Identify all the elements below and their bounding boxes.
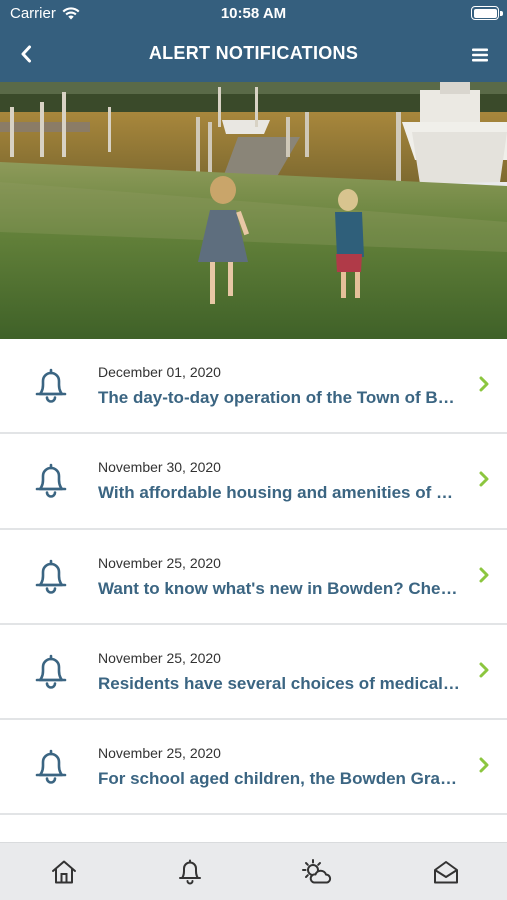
chevron-right-icon: [479, 567, 489, 583]
menu-button[interactable]: [467, 42, 493, 68]
tab-weather[interactable]: [302, 857, 332, 887]
chevron-right-icon: [479, 662, 489, 678]
back-button[interactable]: [12, 40, 40, 68]
bell-icon: [179, 859, 201, 885]
notification-item[interactable]: November 25, 2020 Residents have several…: [0, 624, 507, 721]
battery-icon: [471, 6, 503, 20]
nav-bar: ALERT NOTIFICATIONS: [0, 28, 507, 82]
page-title: ALERT NOTIFICATIONS: [148, 43, 359, 63]
chevron-right-icon: [479, 757, 489, 773]
notification-date: November 25, 2020: [98, 554, 221, 571]
bell-icon: [35, 559, 67, 594]
notification-text: Residents have several choices of medica…: [98, 673, 462, 693]
notification-item[interactable]: November 25, 2020 For school aged childr…: [0, 720, 507, 816]
tab-alerts[interactable]: [175, 857, 205, 887]
hamburger-menu-icon: [472, 48, 488, 62]
notification-text: Want to know what's new in Bowden? Check…: [98, 578, 462, 598]
weather-icon: [302, 859, 332, 884]
chevron-right-icon: [479, 471, 489, 487]
bell-icon: [35, 368, 67, 403]
notification-date: December 01, 2020: [98, 364, 221, 380]
notification-item[interactable]: December 01, 2020 The day-to-day operati…: [0, 339, 507, 435]
hero-photo: [0, 82, 507, 339]
chevron-right-icon: [479, 376, 489, 392]
status-bar: Carrier 10:58 AM: [0, 0, 507, 28]
bell-icon: [35, 654, 67, 689]
home-icon: [52, 860, 76, 884]
notification-item[interactable]: November 25, 2020 Want to know what's ne…: [0, 529, 507, 625]
hero-image: [0, 82, 507, 339]
clock: 10:58 AM: [220, 5, 287, 22]
notification-text: For school aged children, the Bowden Gra…: [98, 769, 462, 789]
notification-date: November 25, 2020: [98, 649, 221, 666]
notification-text: The day-to-day operation of the Town of …: [98, 388, 462, 407]
app-header: Carrier 10:58 AM ALERT NOTIFICATIONS: [0, 0, 507, 82]
notification-item-partial[interactable]: [0, 815, 507, 846]
tab-home[interactable]: [49, 857, 79, 887]
notification-item[interactable]: November 30, 2020 With affordable housin…: [0, 434, 507, 530]
chevron-left-icon: [21, 45, 31, 63]
notification-date: November 30, 2020: [98, 459, 221, 476]
notification-text: With affordable housing and amenities of…: [98, 483, 462, 503]
inbox-icon: [434, 861, 458, 884]
bell-icon: [35, 749, 67, 784]
bottom-tab-bar: [0, 842, 507, 900]
bell-icon: [35, 463, 67, 499]
notification-list: December 01, 2020 The day-to-day operati…: [0, 339, 507, 846]
notification-date: November 25, 2020: [98, 745, 221, 762]
tab-inbox[interactable]: [431, 857, 461, 887]
